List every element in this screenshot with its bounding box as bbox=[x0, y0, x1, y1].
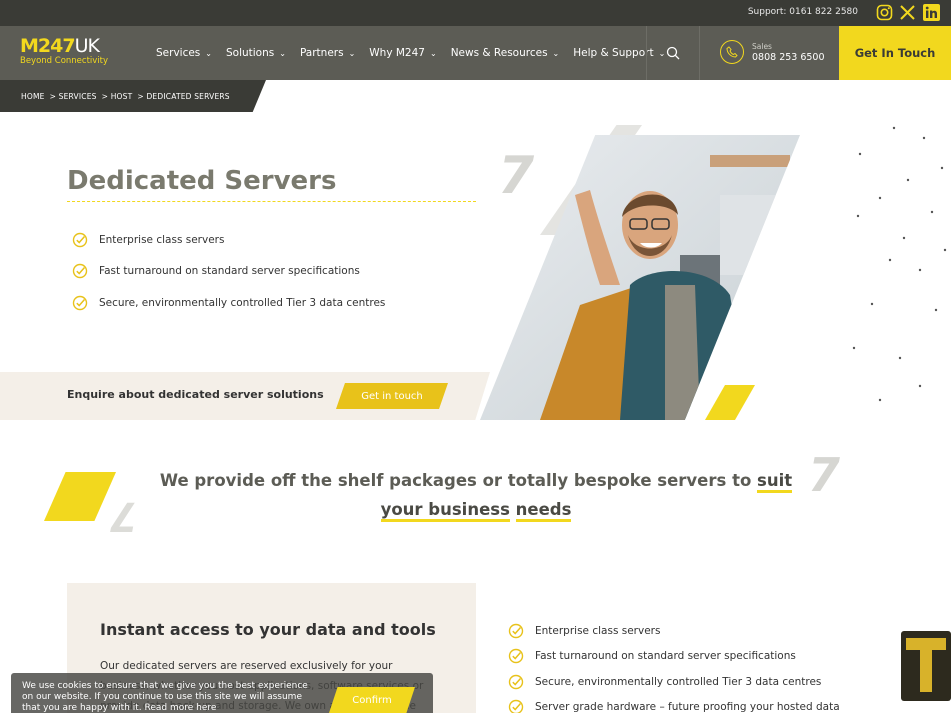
logo-mark: M247 bbox=[20, 35, 76, 57]
breadcrumb-host[interactable]: > HOST bbox=[102, 92, 133, 101]
page-title: Dedicated Servers bbox=[67, 166, 337, 196]
nav-label: Partners bbox=[299, 47, 344, 59]
feature-text: Enterprise class servers bbox=[99, 233, 225, 246]
check-circle-icon bbox=[72, 232, 88, 247]
breadcrumb-current: > DEDICATED SERVERS bbox=[137, 92, 230, 101]
nav-services[interactable]: Services ⌄ bbox=[156, 47, 212, 59]
cookie-text: We use cookies to ensure that we give yo… bbox=[22, 681, 308, 713]
cookie-banner: We use cookies to ensure that we give yo… bbox=[11, 673, 433, 713]
linkedin-icon[interactable] bbox=[923, 4, 940, 21]
nav-label: Solutions bbox=[225, 47, 275, 59]
tagline: We provide off the shelf packages or tot… bbox=[140, 466, 812, 524]
chevron-down-icon: ⌄ bbox=[279, 48, 286, 58]
chevron-down-icon: ⌄ bbox=[205, 48, 212, 58]
title-underline bbox=[67, 201, 476, 202]
support-phone[interactable]: Support: 0161 822 2580 bbox=[748, 7, 858, 17]
list-item: Secure, environmentally controlled Tier … bbox=[72, 287, 385, 319]
list-item: Enterprise class servers bbox=[508, 618, 840, 644]
nav-partners[interactable]: Partners ⌄ bbox=[300, 47, 355, 59]
tagline-highlight: needs bbox=[515, 500, 572, 522]
check-circle-icon bbox=[508, 623, 524, 638]
decorative-seven: 7 bbox=[498, 146, 535, 206]
feature-text: Secure, environmentally controlled Tier … bbox=[535, 675, 822, 688]
nav-solutions[interactable]: Solutions ⌄ bbox=[226, 47, 286, 59]
site-logo[interactable]: M247UK Beyond Connectivity bbox=[20, 36, 120, 70]
nav-news-resources[interactable]: News & Resources ⌄ bbox=[451, 47, 560, 59]
check-circle-icon bbox=[72, 264, 88, 279]
decorative-slant-yellow bbox=[44, 472, 116, 521]
feature-text: Fast turnaround on standard server speci… bbox=[99, 265, 360, 278]
sales-number[interactable]: 0808 253 6500 bbox=[752, 52, 825, 63]
chevron-down-icon: ⌄ bbox=[429, 48, 437, 58]
list-item: Server grade hardware – future proofing … bbox=[508, 695, 840, 713]
sales-label: Sales bbox=[752, 42, 772, 51]
get-in-touch-link[interactable]: Get in touch bbox=[336, 383, 448, 409]
breadcrumb-home[interactable]: HOME bbox=[21, 92, 45, 101]
decorative-slant-yellow bbox=[705, 385, 755, 420]
list-item: Fast turnaround on standard server speci… bbox=[72, 256, 385, 288]
sales-contact[interactable]: Sales 0808 253 6500 bbox=[720, 40, 840, 68]
chevron-down-icon: ⌄ bbox=[348, 48, 356, 58]
main-nav: Services ⌄ Solutions ⌄ Partners ⌄ Why M247 ⌄… bbox=[156, 26, 679, 80]
search-icon bbox=[666, 46, 680, 60]
enquire-text: Enquire about dedicated server solutions bbox=[67, 388, 324, 401]
chevron-down-icon: ⌄ bbox=[552, 48, 560, 58]
cookie-confirm-button[interactable]: Confirm bbox=[329, 687, 415, 713]
top-bar: Support: 0161 822 2580 bbox=[0, 0, 951, 26]
tagline-text: We provide off the shelf packages or tot… bbox=[159, 471, 758, 490]
decorative-dots bbox=[852, 126, 947, 402]
section-title: Instant access to your data and tools bbox=[100, 620, 436, 639]
decorative-seven: 7 bbox=[110, 493, 138, 539]
x-icon[interactable] bbox=[899, 4, 916, 21]
breadcrumb: HOME > SERVICES > HOST > DEDICATED SERVE… bbox=[21, 92, 230, 101]
check-circle-icon bbox=[508, 649, 524, 664]
nav-label: Help & Support bbox=[573, 47, 654, 59]
logo-tagline: Beyond Connectivity bbox=[20, 56, 109, 66]
phone-icon bbox=[720, 40, 744, 64]
get-in-touch-button[interactable]: Get In Touch bbox=[839, 26, 951, 80]
list-item: Fast turnaround on standard server speci… bbox=[508, 644, 840, 670]
instagram-icon[interactable] bbox=[876, 4, 893, 21]
feature-text: Fast turnaround on standard server speci… bbox=[535, 650, 796, 663]
check-circle-icon bbox=[508, 674, 524, 689]
feature-text: Server grade hardware – future proofing … bbox=[535, 701, 840, 713]
feature-text: Secure, environmentally controlled Tier … bbox=[99, 296, 386, 309]
check-circle-icon bbox=[72, 295, 88, 310]
feature-text: Enterprise class servers bbox=[535, 624, 661, 637]
list-item: Enterprise class servers bbox=[72, 224, 385, 256]
hero-feature-list: Enterprise class servers Fast turnaround… bbox=[72, 224, 385, 319]
search-button[interactable] bbox=[646, 26, 700, 80]
nav-label: Why M247 bbox=[369, 47, 425, 59]
logo-uk: UK bbox=[74, 35, 100, 57]
breadcrumb-services[interactable]: > SERVICES bbox=[50, 92, 97, 101]
watermark-badge bbox=[898, 631, 951, 713]
list-item: Secure, environmentally controlled Tier … bbox=[508, 669, 840, 695]
check-circle-icon bbox=[508, 700, 524, 713]
nav-why-m247[interactable]: Why M247 ⌄ bbox=[369, 47, 436, 59]
main-header: M247UK Beyond Connectivity Services ⌄ Sol… bbox=[0, 26, 951, 80]
nav-label: News & Resources bbox=[450, 47, 548, 59]
decorative-seven: 7 bbox=[808, 448, 841, 502]
info-feature-list: Enterprise class servers Fast turnaround… bbox=[508, 618, 840, 713]
nav-label: Services bbox=[156, 47, 201, 59]
